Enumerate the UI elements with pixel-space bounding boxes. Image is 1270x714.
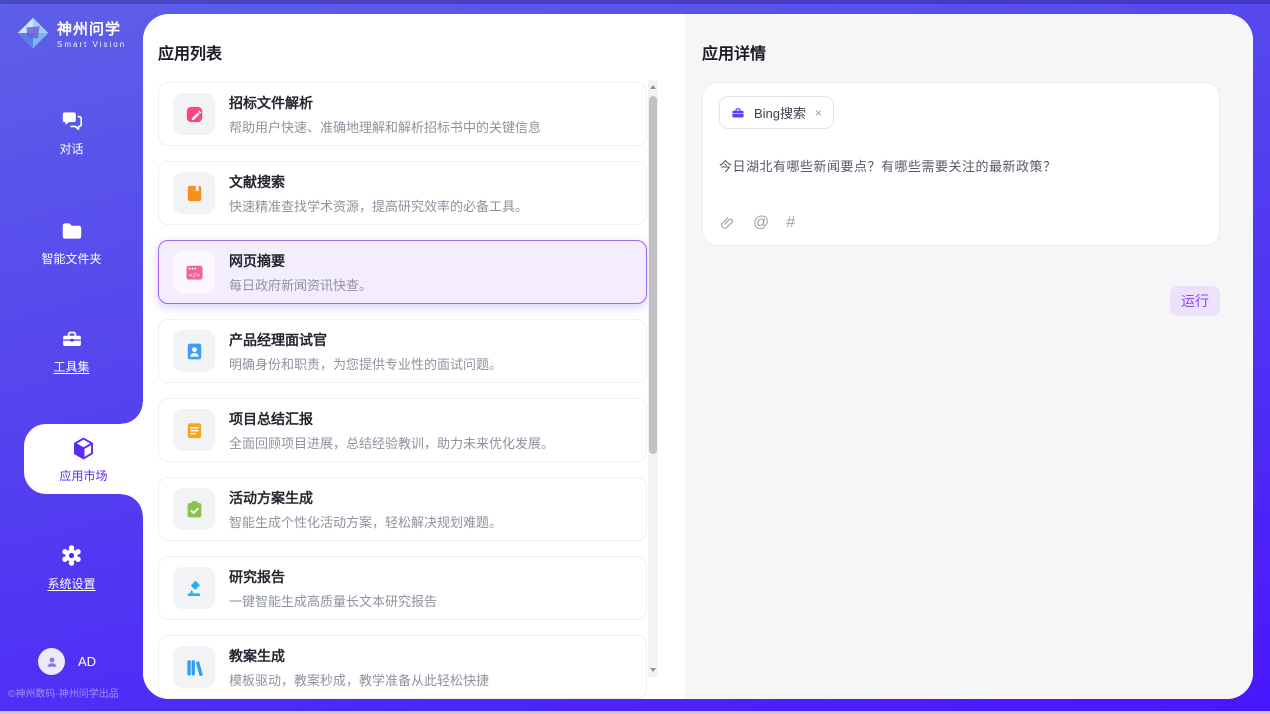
app-name: 研究报告 bbox=[229, 567, 437, 587]
app-list-item[interactable]: 文献搜索 快速精准查找学术资源，提高研究效率的必备工具。 bbox=[158, 161, 647, 225]
app-list-panel: 应用列表 招标文件解析 帮助用户快速、准确地理解和解析招标书中的关键信息 文献搜… bbox=[143, 14, 685, 699]
tool-chip-bing-search[interactable]: Bing搜索 × bbox=[719, 96, 834, 129]
book-icon bbox=[173, 172, 215, 214]
brand-subtitle: Smart Vision bbox=[57, 40, 126, 49]
app-description: 明确身份和职责，为您提供专业性的面试问题。 bbox=[229, 354, 502, 373]
avatar bbox=[38, 648, 65, 675]
app-description: 模板驱动，教案秒成，教学准备从此轻松快捷 bbox=[229, 670, 489, 689]
microscope-icon bbox=[173, 567, 215, 609]
user-account[interactable]: AD bbox=[38, 648, 96, 675]
app-name: 教案生成 bbox=[229, 646, 489, 666]
sidebar-item-settings[interactable]: 系统设置 bbox=[0, 542, 143, 592]
sidebar-item-app-market-active[interactable]: 应用市场 bbox=[24, 424, 143, 494]
notepad-icon bbox=[173, 409, 215, 451]
brand-diamond-icon bbox=[16, 16, 50, 50]
interviewer-icon bbox=[173, 330, 215, 372]
edit-doc-icon bbox=[173, 93, 215, 135]
app-list-item[interactable]: 活动方案生成 智能生成个性化活动方案，轻松解决规划难题。 bbox=[158, 477, 647, 541]
app-detail-panel: 应用详情 Bing搜索 × 今日湖北有哪些新闻要点？有哪些需要关注的最新政策？ bbox=[685, 14, 1253, 699]
app-name: 网页摘要 bbox=[229, 251, 372, 271]
scroll-down-icon[interactable] bbox=[650, 668, 656, 672]
app-name: 活动方案生成 bbox=[229, 488, 502, 508]
sidebar-item-label: 应用市场 bbox=[59, 467, 107, 484]
books-icon bbox=[173, 646, 215, 688]
svg-text:</>: </> bbox=[188, 272, 200, 279]
brand-name: 神州问学 bbox=[57, 18, 126, 39]
sidebar: 神州问学 Smart Vision 对话 智能文件夹 bbox=[0, 0, 143, 714]
app-description: 快速精准查找学术资源，提高研究效率的必备工具。 bbox=[229, 196, 528, 215]
tool-chip-label: Bing搜索 bbox=[754, 103, 806, 122]
browser-code-icon: </> bbox=[173, 251, 215, 293]
copyright-footer: ©神州数码·神州问学出品 bbox=[8, 685, 119, 700]
app-name: 项目总结汇报 bbox=[229, 409, 554, 429]
briefcase-icon bbox=[730, 105, 746, 121]
app-list: 招标文件解析 帮助用户快速、准确地理解和解析招标书中的关键信息 文献搜索 快速精… bbox=[158, 82, 647, 699]
app-description: 全面回顾项目进展，总结经验教训，助力未来优化发展。 bbox=[229, 433, 554, 452]
window-top-edge bbox=[0, 0, 1270, 4]
query-text[interactable]: 今日湖北有哪些新闻要点？有哪些需要关注的最新政策？ bbox=[719, 156, 1203, 175]
sidebar-item-label: 工具集 bbox=[53, 358, 89, 375]
app-description: 智能生成个性化活动方案，轻松解决规划难题。 bbox=[229, 512, 502, 531]
prompt-card[interactable]: Bing搜索 × 今日湖北有哪些新闻要点？有哪些需要关注的最新政策？ @ # bbox=[702, 82, 1220, 246]
user-initials: AD bbox=[78, 654, 96, 669]
app-list-item[interactable]: 项目总结汇报 全面回顾项目进展，总结经验教训，助力未来优化发展。 bbox=[158, 398, 647, 462]
sidebar-item-chat[interactable]: 对话 bbox=[0, 108, 143, 157]
run-button[interactable]: 运行 bbox=[1170, 286, 1220, 316]
cube-icon bbox=[70, 435, 97, 462]
app-name: 文献搜索 bbox=[229, 172, 528, 192]
app-list-item[interactable]: 研究报告 一键智能生成高质量长文本研究报告 bbox=[158, 556, 647, 620]
app-name: 招标文件解析 bbox=[229, 93, 541, 113]
sidebar-item-toolset[interactable]: 工具集 bbox=[0, 326, 143, 375]
app-description: 每日政府新闻资讯快查。 bbox=[229, 275, 372, 294]
at-icon[interactable]: @ bbox=[753, 214, 769, 232]
chip-close-icon[interactable]: × bbox=[814, 106, 823, 120]
main-content: 应用列表 招标文件解析 帮助用户快速、准确地理解和解析招标书中的关键信息 文献搜… bbox=[143, 14, 1253, 699]
app-list-item[interactable]: 教案生成 模板驱动，教案秒成，教学准备从此轻松快捷 bbox=[158, 635, 647, 699]
app-list-title: 应用列表 bbox=[158, 40, 222, 64]
app-list-item[interactable]: </> 网页摘要 每日政府新闻资讯快查。 bbox=[158, 240, 647, 304]
clipboard-check-icon bbox=[173, 488, 215, 530]
scroll-up-icon[interactable] bbox=[650, 85, 656, 89]
paperclip-icon[interactable] bbox=[719, 215, 736, 232]
app-detail-title: 应用详情 bbox=[702, 40, 766, 64]
sidebar-item-label: 智能文件夹 bbox=[41, 250, 101, 267]
sidebar-item-label: 系统设置 bbox=[47, 575, 95, 592]
app-list-item[interactable]: 产品经理面试官 明确身份和职责，为您提供专业性的面试问题。 bbox=[158, 319, 647, 383]
app-description: 帮助用户快速、准确地理解和解析招标书中的关键信息 bbox=[229, 117, 541, 136]
brand-logo: 神州问学 Smart Vision bbox=[16, 16, 126, 50]
hash-icon[interactable]: # bbox=[786, 214, 795, 232]
gear-icon bbox=[58, 542, 85, 569]
app-description: 一键智能生成高质量长文本研究报告 bbox=[229, 591, 437, 610]
folder-icon bbox=[59, 218, 85, 244]
scrollbar-thumb[interactable] bbox=[649, 96, 657, 454]
sidebar-item-smart-folder[interactable]: 智能文件夹 bbox=[0, 218, 143, 267]
chat-icon bbox=[59, 108, 85, 134]
app-window: 神州问学 Smart Vision 对话 智能文件夹 bbox=[0, 0, 1270, 714]
app-name: 产品经理面试官 bbox=[229, 330, 502, 350]
scrollbar[interactable] bbox=[648, 80, 658, 677]
attachment-toolbar: @ # bbox=[719, 214, 795, 232]
sidebar-item-label: 对话 bbox=[59, 140, 83, 157]
app-list-item[interactable]: 招标文件解析 帮助用户快速、准确地理解和解析招标书中的关键信息 bbox=[158, 82, 647, 146]
toolbox-icon bbox=[59, 326, 85, 352]
